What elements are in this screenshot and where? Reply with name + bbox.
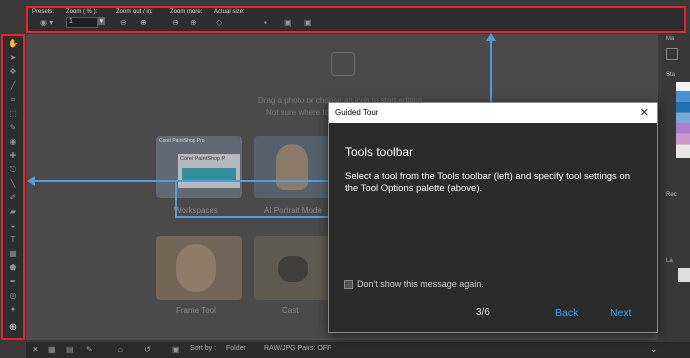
lock-icon[interactable]: ⌂: [118, 345, 123, 354]
sort-value-dropdown[interactable]: Folder: [226, 345, 246, 352]
page-indicator: 3/6: [476, 307, 490, 318]
text-tool-icon[interactable]: T: [7, 236, 19, 244]
tool-options-palette: Presets: Zoom ( % ): Zoom out / in: Zoom…: [26, 6, 686, 33]
photo-placeholder-icon: [331, 52, 355, 76]
frame-icon[interactable]: ▣: [172, 345, 180, 354]
zoom-more-label: Zoom more:: [170, 9, 203, 15]
move-tool-icon[interactable]: ✥: [7, 68, 19, 76]
details-icon[interactable]: ▤: [66, 345, 74, 354]
back-button[interactable]: Back: [555, 307, 578, 319]
frame-tool-label: Frame Tool: [176, 306, 216, 315]
arrow-connector-vertical: [175, 180, 177, 218]
fit-image-icon[interactable]: ▣: [304, 18, 312, 27]
zoom-out-icon[interactable]: ⊖: [120, 18, 127, 27]
workspaces-label: Workspaces: [174, 206, 218, 215]
puppy-figure: [278, 256, 308, 282]
color-swatches[interactable]: [676, 82, 690, 158]
cast-label: Cast: [282, 306, 299, 315]
shape-tool-icon[interactable]: ⬟: [7, 264, 19, 272]
warp-tool-icon[interactable]: ◎: [7, 292, 19, 300]
selection-tool-icon[interactable]: ⬚: [7, 110, 19, 118]
close-icon[interactable]: ✕: [32, 345, 39, 354]
arrow-connector-horizontal: [175, 216, 328, 218]
sort-label: Sort by :: [190, 345, 217, 352]
pattern-tool-icon[interactable]: ▦: [7, 250, 19, 258]
mini-app-window: Corel PaintShop P: [178, 154, 240, 188]
dont-show-again-checkbox[interactable]: Don't show this message again.: [344, 279, 484, 290]
eraser-tool-icon[interactable]: ▰: [7, 208, 19, 216]
makeover-tool-icon[interactable]: ✚: [7, 152, 19, 160]
checkbox-box[interactable]: [344, 280, 353, 290]
rotate-icon[interactable]: ↺: [144, 345, 151, 354]
zoom-percent-label: Zoom ( % ):: [66, 9, 98, 15]
presets-dropdown-icon[interactable]: ◉ ▾: [40, 18, 53, 27]
frame-tool-thumb[interactable]: [156, 236, 242, 300]
right-palette-panel: Ma Sta Rec La: [662, 34, 690, 344]
workspaces-thumb[interactable]: Corel PaintShop Pro Corel PaintShop P: [156, 136, 242, 198]
next-button[interactable]: Next: [610, 307, 632, 319]
mini-app-subtitle: Corel PaintShop P: [180, 156, 226, 162]
presets-label: Presets:: [32, 9, 55, 15]
arrow-left-line: [34, 180, 328, 182]
guided-tour-dialog: Guided Tour ✕ Tools toolbar Select a too…: [328, 102, 658, 333]
zoom-out-in-label: Zoom out / in:: [116, 9, 153, 15]
ai-portrait-thumb[interactable]: [254, 136, 332, 198]
add-tool-icon[interactable]: ⊕: [7, 323, 19, 333]
arrow-up-head: [486, 33, 496, 41]
grid-icon[interactable]: ▦: [48, 345, 56, 354]
edit-icon[interactable]: ✎: [86, 345, 93, 354]
pan-tool-icon[interactable]: ✋: [7, 40, 19, 48]
dialog-title-bar: Guided Tour ✕: [329, 103, 657, 123]
crop-tool-icon[interactable]: ⌗: [7, 96, 19, 104]
collapse-chevron-icon[interactable]: ⌄: [650, 344, 658, 355]
materials-label: Ma: [666, 36, 675, 42]
close-icon[interactable]: ✕: [640, 103, 649, 123]
cast-thumb[interactable]: [254, 236, 332, 300]
red-eye-tool-icon[interactable]: ◉: [7, 138, 19, 146]
raw-jpg-pairs-toggle[interactable]: RAW/JPG Pairs: OFF: [264, 345, 331, 352]
fill-tool-icon[interactable]: ◒: [7, 222, 19, 230]
pen-tool-icon[interactable]: ✒: [7, 278, 19, 286]
ai-portrait-label: AI Portrait Mode: [264, 206, 322, 215]
status-bar: ✕ ▦ ▤ ✎ ⌂ ↺ ▣ Sort by : Folder RAW/JPG P…: [26, 342, 690, 358]
dialog-heading: Tools toolbar: [345, 145, 414, 159]
dog-figure: [176, 244, 216, 292]
dodge-tool-icon[interactable]: ╲: [7, 180, 19, 188]
pick-tool-icon[interactable]: ➤: [7, 54, 19, 62]
actual-size-icon[interactable]: ◇: [216, 18, 222, 27]
picture-tube-tool-icon[interactable]: ✦: [7, 306, 19, 314]
dialog-title: Guided Tour: [335, 108, 379, 117]
fit-icon[interactable]: ▪: [264, 18, 267, 27]
mini-app-title: Corel PaintShop Pro: [159, 138, 205, 144]
arrow-left-head: [27, 176, 35, 186]
dialog-body-text: Select a tool from the Tools toolbar (le…: [345, 171, 630, 194]
straighten-tool-icon[interactable]: ╱: [7, 82, 19, 90]
paint-brush-tool-icon[interactable]: ✐: [7, 194, 19, 202]
recent-label: Rec: [666, 192, 677, 198]
fit-window-icon[interactable]: ▣: [284, 18, 292, 27]
zoom-more-out-icon[interactable]: ⊖: [172, 18, 179, 27]
tools-toolbar: ✋ ➤ ✥ ╱ ⌗ ⬚ ✎ ◉ ✚ ⎋ ╲ ✐ ▰ ◒ T ▦ ⬟ ✒ ◎ ✦ …: [1, 34, 25, 340]
layers-label: La: [666, 258, 673, 264]
actual-size-label: Actual size:: [214, 9, 245, 15]
clone-tool-icon[interactable]: ⎋: [7, 166, 19, 174]
styles-label: Sta: [666, 72, 676, 78]
zoom-spinner-icon[interactable]: ▾: [98, 17, 105, 25]
portrait-figure: [276, 144, 308, 190]
zoom-in-icon[interactable]: ⊕: [140, 18, 147, 27]
palette-swatch-icon[interactable]: [666, 48, 678, 60]
dropper-tool-icon[interactable]: ✎: [7, 124, 19, 132]
arrow-up-line: [490, 40, 492, 102]
zoom-value-input[interactable]: 1: [66, 17, 98, 28]
checkbox-label: Don't show this message again.: [357, 279, 484, 289]
layer-thumb[interactable]: [678, 268, 690, 282]
zoom-more-in-icon[interactable]: ⊕: [190, 18, 197, 27]
